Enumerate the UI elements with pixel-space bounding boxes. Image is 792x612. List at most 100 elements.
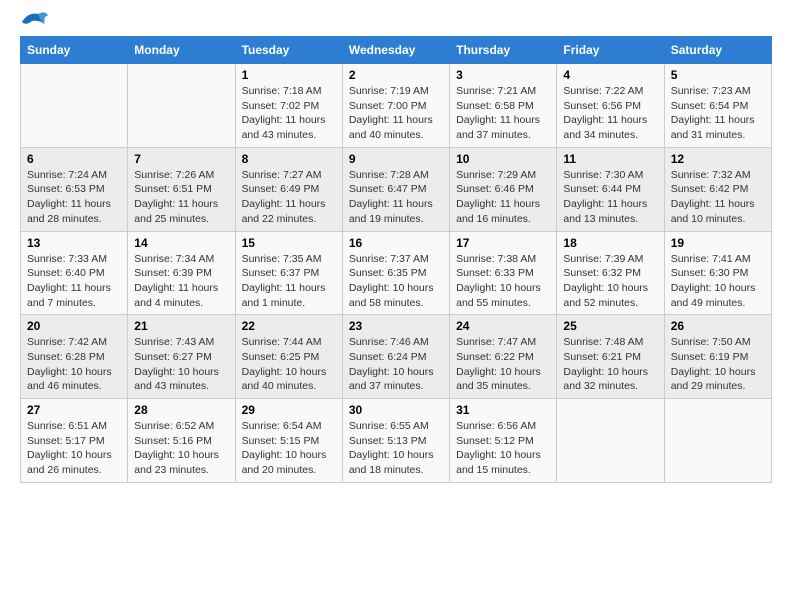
- day-detail: Sunrise: 6:55 AM Sunset: 5:13 PM Dayligh…: [349, 419, 443, 478]
- day-number: 2: [349, 68, 443, 82]
- day-number: 4: [563, 68, 657, 82]
- day-detail: Sunrise: 7:21 AM Sunset: 6:58 PM Dayligh…: [456, 84, 550, 143]
- day-detail: Sunrise: 7:28 AM Sunset: 6:47 PM Dayligh…: [349, 168, 443, 227]
- day-number: 29: [242, 403, 336, 417]
- day-detail: Sunrise: 7:50 AM Sunset: 6:19 PM Dayligh…: [671, 335, 765, 394]
- calendar-cell: 29Sunrise: 6:54 AM Sunset: 5:15 PM Dayli…: [235, 399, 342, 483]
- calendar-cell: 11 Sunrise: 7:30 AM Sunset: 6:44 PM Dayli…: [557, 147, 664, 231]
- day-detail: Sunrise: 7:43 AM Sunset: 6:27 PM Dayligh…: [134, 335, 228, 394]
- calendar-week-row: 27 Sunrise: 6:51 AM Sunset: 5:17 PM Dayli…: [21, 399, 772, 483]
- col-header-saturday: Saturday: [664, 37, 771, 64]
- calendar-cell: 31 Sunrise: 6:56 AM Sunset: 5:12 PM Dayli…: [450, 399, 557, 483]
- day-number: 14: [134, 236, 228, 250]
- calendar-cell: 12 Sunrise: 7:32 AM Sunset: 6:42 PM Dayli…: [664, 147, 771, 231]
- day-number: 15: [242, 236, 336, 250]
- calendar-cell: 18 Sunrise: 7:39 AM Sunset: 6:32 PM Dayli…: [557, 231, 664, 315]
- calendar-cell: [21, 64, 128, 148]
- day-number: 20: [27, 319, 121, 333]
- day-detail: Sunrise: 7:27 AM Sunset: 6:49 PM Dayligh…: [242, 168, 336, 227]
- day-detail: Sunrise: 7:41 AM Sunset: 6:30 PM Dayligh…: [671, 252, 765, 311]
- day-detail: Sunrise: 7:42 AM Sunset: 6:28 PM Dayligh…: [27, 335, 121, 394]
- day-number: 31: [456, 403, 550, 417]
- day-detail: Sunrise: 7:44 AM Sunset: 6:25 PM Dayligh…: [242, 335, 336, 394]
- calendar-cell: [664, 399, 771, 483]
- calendar-cell: [128, 64, 235, 148]
- calendar-cell: 23 Sunrise: 7:46 AM Sunset: 6:24 PM Dayli…: [342, 315, 449, 399]
- day-number: 21: [134, 319, 228, 333]
- calendar-week-row: 20 Sunrise: 7:42 AM Sunset: 6:28 PM Dayli…: [21, 315, 772, 399]
- day-number: 18: [563, 236, 657, 250]
- day-detail: Sunrise: 6:52 AM Sunset: 5:16 PM Dayligh…: [134, 419, 228, 478]
- calendar-cell: 16Sunrise: 7:37 AM Sunset: 6:35 PM Dayli…: [342, 231, 449, 315]
- calendar-cell: 1Sunrise: 7:18 AM Sunset: 7:02 PM Daylig…: [235, 64, 342, 148]
- day-number: 30: [349, 403, 443, 417]
- day-number: 5: [671, 68, 765, 82]
- calendar-cell: 4 Sunrise: 7:22 AM Sunset: 6:56 PM Daylig…: [557, 64, 664, 148]
- day-detail: Sunrise: 7:29 AM Sunset: 6:46 PM Dayligh…: [456, 168, 550, 227]
- calendar-cell: 7 Sunrise: 7:26 AM Sunset: 6:51 PM Daylig…: [128, 147, 235, 231]
- day-detail: Sunrise: 6:51 AM Sunset: 5:17 PM Dayligh…: [27, 419, 121, 478]
- day-number: 23: [349, 319, 443, 333]
- day-detail: Sunrise: 7:26 AM Sunset: 6:51 PM Dayligh…: [134, 168, 228, 227]
- col-header-monday: Monday: [128, 37, 235, 64]
- calendar-cell: 28 Sunrise: 6:52 AM Sunset: 5:16 PM Dayli…: [128, 399, 235, 483]
- calendar-cell: [557, 399, 664, 483]
- day-detail: Sunrise: 7:23 AM Sunset: 6:54 PM Dayligh…: [671, 84, 765, 143]
- calendar-cell: 2 Sunrise: 7:19 AM Sunset: 7:00 PM Daylig…: [342, 64, 449, 148]
- col-header-tuesday: Tuesday: [235, 37, 342, 64]
- day-number: 7: [134, 152, 228, 166]
- day-detail: Sunrise: 7:24 AM Sunset: 6:53 PM Dayligh…: [27, 168, 121, 227]
- day-number: 25: [563, 319, 657, 333]
- day-detail: Sunrise: 7:48 AM Sunset: 6:21 PM Dayligh…: [563, 335, 657, 394]
- day-detail: Sunrise: 7:18 AM Sunset: 7:02 PM Dayligh…: [242, 84, 336, 143]
- calendar-cell: 24Sunrise: 7:47 AM Sunset: 6:22 PM Dayli…: [450, 315, 557, 399]
- day-number: 27: [27, 403, 121, 417]
- day-number: 3: [456, 68, 550, 82]
- calendar-cell: 3 Sunrise: 7:21 AM Sunset: 6:58 PM Daylig…: [450, 64, 557, 148]
- day-number: 10: [456, 152, 550, 166]
- day-detail: Sunrise: 6:56 AM Sunset: 5:12 PM Dayligh…: [456, 419, 550, 478]
- day-number: 11: [563, 152, 657, 166]
- day-detail: Sunrise: 7:38 AM Sunset: 6:33 PM Dayligh…: [456, 252, 550, 311]
- day-detail: Sunrise: 7:33 AM Sunset: 6:40 PM Dayligh…: [27, 252, 121, 311]
- calendar-cell: 10 Sunrise: 7:29 AM Sunset: 6:46 PM Dayli…: [450, 147, 557, 231]
- calendar-week-row: 6 Sunrise: 7:24 AM Sunset: 6:53 PM Daylig…: [21, 147, 772, 231]
- day-number: 9: [349, 152, 443, 166]
- logo-bird-icon: [18, 10, 48, 34]
- day-number: 13: [27, 236, 121, 250]
- calendar-cell: 30 Sunrise: 6:55 AM Sunset: 5:13 PM Dayli…: [342, 399, 449, 483]
- day-number: 12: [671, 152, 765, 166]
- calendar-cell: 9 Sunrise: 7:28 AM Sunset: 6:47 PM Daylig…: [342, 147, 449, 231]
- calendar-cell: 22 Sunrise: 7:44 AM Sunset: 6:25 PM Dayli…: [235, 315, 342, 399]
- calendar-cell: 13 Sunrise: 7:33 AM Sunset: 6:40 PM Dayli…: [21, 231, 128, 315]
- calendar-cell: 26 Sunrise: 7:50 AM Sunset: 6:19 PM Dayli…: [664, 315, 771, 399]
- calendar-cell: 6 Sunrise: 7:24 AM Sunset: 6:53 PM Daylig…: [21, 147, 128, 231]
- day-number: 6: [27, 152, 121, 166]
- calendar-week-row: 13 Sunrise: 7:33 AM Sunset: 6:40 PM Dayli…: [21, 231, 772, 315]
- day-detail: Sunrise: 7:32 AM Sunset: 6:42 PM Dayligh…: [671, 168, 765, 227]
- day-detail: Sunrise: 7:22 AM Sunset: 6:56 PM Dayligh…: [563, 84, 657, 143]
- day-number: 28: [134, 403, 228, 417]
- calendar-cell: 17 Sunrise: 7:38 AM Sunset: 6:33 PM Dayli…: [450, 231, 557, 315]
- day-detail: Sunrise: 7:34 AM Sunset: 6:39 PM Dayligh…: [134, 252, 228, 311]
- day-number: 19: [671, 236, 765, 250]
- day-number: 17: [456, 236, 550, 250]
- day-detail: Sunrise: 7:46 AM Sunset: 6:24 PM Dayligh…: [349, 335, 443, 394]
- day-detail: Sunrise: 7:35 AM Sunset: 6:37 PM Dayligh…: [242, 252, 336, 311]
- day-number: 26: [671, 319, 765, 333]
- day-number: 22: [242, 319, 336, 333]
- calendar-cell: 5 Sunrise: 7:23 AM Sunset: 6:54 PM Daylig…: [664, 64, 771, 148]
- calendar-cell: 15 Sunrise: 7:35 AM Sunset: 6:37 PM Dayli…: [235, 231, 342, 315]
- col-header-thursday: Thursday: [450, 37, 557, 64]
- col-header-friday: Friday: [557, 37, 664, 64]
- calendar-cell: 21 Sunrise: 7:43 AM Sunset: 6:27 PM Dayli…: [128, 315, 235, 399]
- col-header-sunday: Sunday: [21, 37, 128, 64]
- day-detail: Sunrise: 7:30 AM Sunset: 6:44 PM Dayligh…: [563, 168, 657, 227]
- calendar-cell: 14 Sunrise: 7:34 AM Sunset: 6:39 PM Dayli…: [128, 231, 235, 315]
- col-header-wednesday: Wednesday: [342, 37, 449, 64]
- day-number: 8: [242, 152, 336, 166]
- day-detail: Sunrise: 7:39 AM Sunset: 6:32 PM Dayligh…: [563, 252, 657, 311]
- calendar-cell: 27 Sunrise: 6:51 AM Sunset: 5:17 PM Dayli…: [21, 399, 128, 483]
- day-detail: Sunrise: 7:19 AM Sunset: 7:00 PM Dayligh…: [349, 84, 443, 143]
- calendar-header-row: SundayMondayTuesdayWednesdayThursdayFrid…: [21, 37, 772, 64]
